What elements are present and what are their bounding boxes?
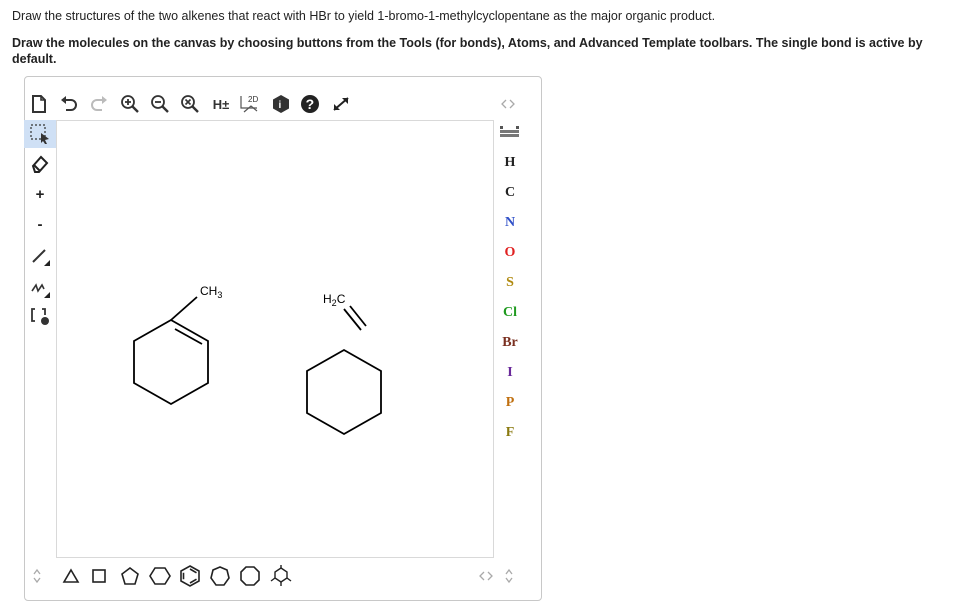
atom-button-o[interactable]: O: [496, 242, 524, 264]
undo-icon[interactable]: [58, 90, 80, 118]
atom-button-s[interactable]: S: [496, 272, 524, 294]
drawing-canvas[interactable]: CH3 H2C: [56, 120, 494, 558]
about-info-icon[interactable]: i: [270, 90, 292, 118]
custom-template-icon[interactable]: [268, 562, 294, 590]
periodic-table-icon[interactable]: [496, 124, 524, 146]
mol1-methyl-label: CH: [200, 284, 217, 298]
eraser-icon[interactable]: [24, 150, 56, 178]
molecule-methylenecyclohexane: H2C: [306, 292, 382, 436]
template-scroll-arrows-vertical[interactable]: [502, 562, 516, 590]
atom-toolbar: H C N O S Cl Br I P F: [496, 120, 526, 560]
clean-2d-button[interactable]: 2D: [238, 90, 262, 118]
question-line-2: Draw the molecules on the canvas by choo…: [12, 36, 923, 66]
atom-button-c[interactable]: C: [496, 182, 524, 204]
molecule-drawing: CH3 H2C: [133, 284, 382, 436]
single-bond-icon[interactable]: [24, 242, 56, 270]
fullscreen-icon[interactable]: [328, 90, 354, 118]
zoom-reset-icon[interactable]: [178, 90, 202, 118]
clean-2d-label: 2D: [248, 95, 258, 104]
redo-icon[interactable]: [88, 90, 110, 118]
atom-button-n[interactable]: N: [496, 212, 524, 234]
cyclopentane-template-icon[interactable]: [118, 562, 142, 590]
atom-button-h[interactable]: H: [496, 152, 524, 174]
template-toolbar: [24, 562, 544, 590]
molecule-1-methylcyclohexene: CH3: [133, 284, 222, 406]
mol1-methyl-subscript: 3: [217, 290, 222, 300]
cyclooctane-template-icon[interactable]: [238, 562, 262, 590]
atom-button-p[interactable]: P: [496, 392, 524, 414]
svg-text:H2C: H2C: [323, 292, 346, 308]
template-scroll-arrows-horizontal[interactable]: [476, 562, 496, 590]
select-tool-icon[interactable]: [24, 120, 56, 148]
info-glyph: i: [279, 100, 282, 111]
mol2-c-label: C: [337, 292, 346, 306]
hydrogen-toggle-button[interactable]: H±: [208, 90, 234, 118]
svg-text:CH3: CH3: [200, 284, 222, 300]
chain-tool-icon[interactable]: [24, 274, 56, 302]
charge-minus-button[interactable]: -: [24, 210, 56, 238]
benzene-template-icon[interactable]: [178, 562, 202, 590]
zoom-out-icon[interactable]: [148, 90, 172, 118]
atom-button-f[interactable]: F: [496, 422, 524, 444]
question-line-1: Draw the structures of the two alkenes t…: [12, 9, 716, 23]
atom-button-cl[interactable]: Cl: [496, 302, 524, 324]
template-scroll-arrows-left[interactable]: [30, 562, 44, 590]
cyclohexane-template-icon[interactable]: [148, 562, 172, 590]
cyclobutane-template-icon[interactable]: [88, 562, 110, 590]
zoom-in-icon[interactable]: [118, 90, 142, 118]
new-document-icon[interactable]: [28, 90, 50, 118]
atom-button-br[interactable]: Br: [496, 332, 524, 354]
help-glyph: ?: [306, 96, 315, 112]
charge-plus-button[interactable]: +: [24, 180, 56, 208]
help-icon[interactable]: ?: [298, 90, 322, 118]
toolbar-scroll-arrows[interactable]: [496, 90, 520, 118]
mol2-h-label: H: [323, 292, 332, 306]
cycloheptane-template-icon[interactable]: [208, 562, 232, 590]
atom-button-i[interactable]: I: [496, 362, 524, 384]
cyclopropane-template-icon[interactable]: [60, 562, 82, 590]
left-toolbar: + -: [24, 118, 56, 338]
sgroup-bracket-icon[interactable]: [24, 302, 56, 330]
top-toolbar: H± 2D i ?: [24, 90, 544, 120]
